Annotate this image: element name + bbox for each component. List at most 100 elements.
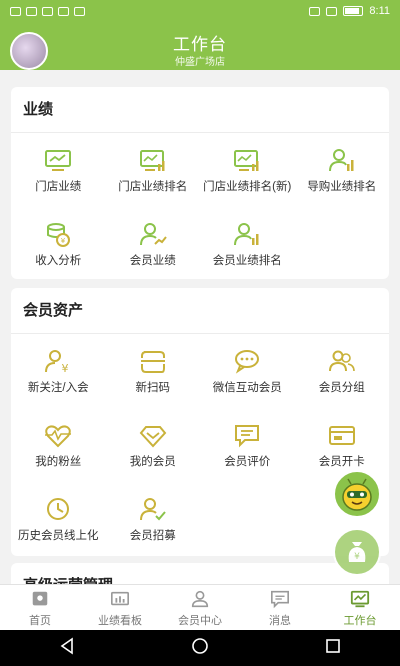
section-performance: 业绩 门店业绩 门店业绩排名 门店业绩排名(新) 导购业绩排名 ¥ 收入分析 会员… xyxy=(11,87,389,279)
menu-item-label: 新关注/入会 xyxy=(27,382,89,394)
person-check-icon xyxy=(139,498,166,521)
menu-item-monitor-chart[interactable]: 门店业绩 xyxy=(11,139,106,213)
menu-item-person-check[interactable]: 会员招募 xyxy=(106,488,201,562)
svg-text:¥: ¥ xyxy=(61,237,66,245)
store-name: 仲盛广场店 xyxy=(175,57,225,68)
menu-item-label: 微信互动会员 xyxy=(212,382,282,394)
system-nav-bar xyxy=(0,630,400,666)
tab-label: 首页 xyxy=(29,615,51,627)
tab-label: 工作台 xyxy=(343,615,377,627)
tab-label: 消息 xyxy=(269,615,291,627)
message-icon xyxy=(271,590,289,609)
menu-item-coins[interactable]: ¥ 收入分析 xyxy=(11,213,106,287)
app-notify-icon xyxy=(58,6,69,16)
menu-item-label: 门店业绩 xyxy=(35,181,82,193)
status-left-icons xyxy=(10,6,85,16)
group-icon xyxy=(328,350,355,372)
menu-item-label: 新扫码 xyxy=(135,382,171,394)
tab-workbench[interactable]: 工作台 xyxy=(320,585,400,630)
svg-text:¥: ¥ xyxy=(62,362,69,374)
section-title: 高级运营管理 xyxy=(11,563,389,584)
back-icon[interactable] xyxy=(58,636,76,660)
bottom-tab-bar: 首页 业绩看板 会员中心 消息 工作台 xyxy=(0,584,400,630)
mascot-assistant-button[interactable] xyxy=(333,470,381,518)
monitor-chart-icon xyxy=(45,150,72,171)
menu-item-comment[interactable]: 会员评价 xyxy=(200,414,295,488)
menu-item-person-chart[interactable]: 会员业绩 xyxy=(106,213,201,287)
tab-user[interactable]: 会员中心 xyxy=(160,585,240,630)
monitor-bars-icon xyxy=(234,150,259,171)
monitor-bars-icon xyxy=(139,150,165,171)
tab-label: 业绩看板 xyxy=(98,615,142,627)
person-yen-icon: ¥ xyxy=(45,350,69,374)
menu-item-label: 会员招募 xyxy=(129,530,176,542)
cloud-icon xyxy=(42,6,53,16)
menu-item-label: 会员业绩 xyxy=(129,255,176,267)
menu-item-label: 会员开卡 xyxy=(318,456,365,468)
signal-icon xyxy=(326,6,338,16)
clock-icon xyxy=(47,498,70,520)
status-bar: 8:11 xyxy=(0,0,400,22)
status-time: 8:11 xyxy=(369,5,390,17)
tab-message[interactable]: 消息 xyxy=(240,585,320,630)
person-chart-icon xyxy=(139,223,167,246)
mascot-icon xyxy=(342,478,372,511)
person-bars-icon xyxy=(328,149,354,172)
section-title: 会员资产 xyxy=(11,288,389,334)
menu-item-scan[interactable]: 新扫码 xyxy=(106,340,201,414)
coins-icon: ¥ xyxy=(47,223,71,247)
scan-icon xyxy=(140,351,165,373)
status-right: 8:11 xyxy=(309,5,390,17)
money-bag-button[interactable]: ¥ xyxy=(333,528,381,576)
menu-item-label: 收入分析 xyxy=(35,255,82,267)
recents-icon[interactable] xyxy=(324,637,342,660)
menu-item-label: 历史会员线上化 xyxy=(18,530,99,542)
svg-text:¥: ¥ xyxy=(354,552,360,562)
app-header: 工作台 仲盛广场店 xyxy=(0,22,400,70)
card-icon xyxy=(328,426,355,445)
home-circle-icon[interactable] xyxy=(191,637,209,660)
menu-item-chat-bubbles[interactable]: 微信互动会员 xyxy=(200,340,295,414)
tab-label: 会员中心 xyxy=(178,615,222,627)
performance-grid: 门店业绩 门店业绩排名 门店业绩排名(新) 导购业绩排名 ¥ 收入分析 会员业绩 … xyxy=(11,133,389,287)
menu-item-label: 会员评价 xyxy=(224,456,271,468)
menu-item-monitor-bars[interactable]: 门店业绩排名(新) xyxy=(200,139,295,213)
money-bag-icon: ¥ xyxy=(348,542,366,562)
menu-item-label: 门店业绩排名(新) xyxy=(203,181,292,193)
menu-item-group[interactable]: 会员分组 xyxy=(295,340,390,414)
menu-item-person-bars[interactable]: 导购业绩排名 xyxy=(295,139,390,213)
menu-item-person-yen[interactable]: ¥ 新关注/入会 xyxy=(11,340,106,414)
battery-icon xyxy=(343,6,364,16)
menu-item-label: 门店业绩排名 xyxy=(118,181,188,193)
sim-icon xyxy=(10,6,21,16)
menu-item-label: 会员业绩排名 xyxy=(212,255,282,267)
chat-bubbles-icon xyxy=(235,350,260,374)
menu-item-label: 会员分组 xyxy=(318,382,365,394)
page-title: 工作台 xyxy=(173,35,227,54)
workbench-icon xyxy=(350,590,370,608)
section-member-assets: 会员资产 ¥ 新关注/入会 新扫码 微信互动会员 会员分组 我的粉丝 我的会员 … xyxy=(11,288,389,556)
menu-item-diamond[interactable]: 我的会员 xyxy=(106,414,201,488)
menu-item-label: 导购业绩排名 xyxy=(307,181,377,193)
heart-pulse-icon xyxy=(45,425,72,448)
section-title: 业绩 xyxy=(11,87,389,133)
person-bars-icon xyxy=(234,223,259,246)
section-advanced-ops: 高级运营管理 xyxy=(11,563,389,584)
menu-item-heart-pulse[interactable]: 我的粉丝 xyxy=(11,414,106,488)
member-assets-grid: ¥ 新关注/入会 新扫码 微信互动会员 会员分组 我的粉丝 我的会员 会员评价 … xyxy=(11,334,389,562)
diamond-icon xyxy=(139,426,167,448)
mail-icon xyxy=(74,6,85,16)
menu-item-monitor-bars[interactable]: 门店业绩排名 xyxy=(106,139,201,213)
tab-home[interactable]: 首页 xyxy=(0,585,80,630)
comment-icon xyxy=(235,425,260,448)
dashboard-icon xyxy=(111,591,129,606)
menu-item-label: 我的会员 xyxy=(129,456,176,468)
user-icon xyxy=(191,590,209,608)
wifi-icon xyxy=(26,6,37,16)
menu-item-person-bars[interactable]: 会员业绩排名 xyxy=(200,213,295,287)
home-icon xyxy=(32,591,48,606)
tab-dashboard[interactable]: 业绩看板 xyxy=(80,585,160,630)
vibrate-icon xyxy=(309,6,321,16)
menu-item-clock[interactable]: 历史会员线上化 xyxy=(11,488,106,562)
menu-item-label: 我的粉丝 xyxy=(35,456,82,468)
